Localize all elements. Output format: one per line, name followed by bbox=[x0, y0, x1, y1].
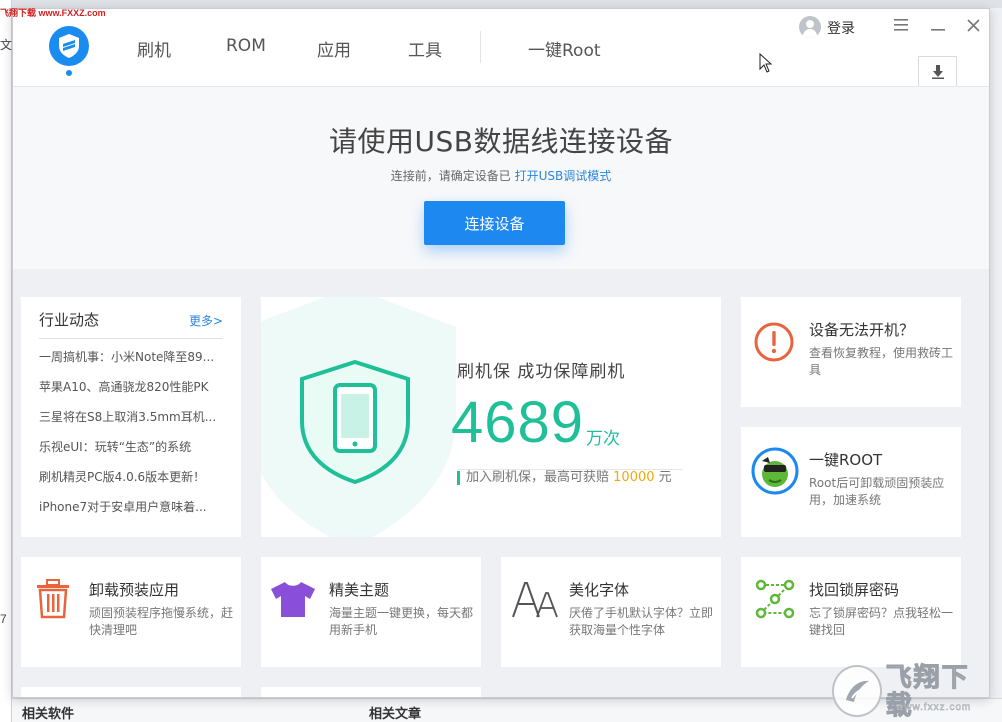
root-mascot-icon bbox=[751, 447, 799, 495]
mouse-cursor-icon bbox=[759, 53, 773, 73]
user-avatar-icon[interactable] bbox=[799, 16, 821, 38]
download-icon bbox=[931, 64, 944, 79]
uninstall-preinstalled-card[interactable]: 卸载预装应用 顽固预装程序拖慢系统，赶快清理吧 bbox=[21, 557, 241, 667]
feature-desc: 忘了锁屏密码？点我轻松一键找回 bbox=[809, 606, 954, 637]
nav-divider bbox=[480, 31, 481, 63]
connect-title: 请使用USB数据线连接设备 bbox=[329, 125, 673, 158]
font-icon bbox=[512, 582, 558, 618]
nav-flash[interactable]: 刷机 bbox=[137, 36, 171, 61]
news-item[interactable]: 乐视eUI：玩转“生态”的系统 bbox=[39, 432, 223, 462]
industry-news-card: 行业动态 更多> 一周搞机事：小米Note降至89... 苹果A10、高通骁龙8… bbox=[21, 297, 241, 537]
feature-desc: 厌倦了手机默认字体？立即获取海量个性字体 bbox=[569, 606, 714, 637]
feature-title: 精美主题 bbox=[329, 581, 390, 599]
guarantee-unit: 万次 bbox=[586, 429, 620, 449]
partial-card bbox=[21, 687, 241, 697]
nav-tools[interactable]: 工具 bbox=[408, 36, 442, 61]
tshirt-icon bbox=[271, 582, 315, 617]
news-item[interactable]: 一周搞机事：小米Note降至89... bbox=[39, 342, 223, 372]
site-logo-icon bbox=[832, 665, 882, 717]
one-click-root-card[interactable]: 一键ROOT Root后可卸载顽固预装应用，加速系统 bbox=[741, 427, 961, 537]
app-window: 刷机 ROM 应用 工具 一键Root 登录 请使用USB数据线连接设备 连接前… bbox=[12, 8, 990, 698]
side-card-desc: 查看恢复教程，使用救砖工具 bbox=[809, 346, 954, 377]
news-list: 一周搞机事：小米Note降至89... 苹果A10、高通骁龙820性能PK 三星… bbox=[39, 342, 223, 522]
login-link[interactable]: 登录 bbox=[827, 18, 855, 38]
nav-one-click-root[interactable]: 一键Root bbox=[528, 36, 601, 61]
connect-subtitle-text: 连接前，请确定设备已 bbox=[390, 169, 511, 183]
site-watermark-badge: 飞翔下载 www.fxxz.com bbox=[832, 662, 992, 720]
news-title: 行业动态 bbox=[39, 311, 100, 329]
side-card-desc: Root后可卸载顽固预装应用，加速系统 bbox=[809, 476, 945, 507]
side-card-title: 设备无法开机？ bbox=[809, 321, 915, 339]
guarantee-note-text: 加入刷机保，最高可获赔 bbox=[466, 470, 610, 485]
side-card-title: 一键ROOT bbox=[809, 451, 883, 469]
warning-icon bbox=[754, 322, 794, 362]
download-arrow-button[interactable] bbox=[918, 56, 957, 86]
news-item[interactable]: 苹果A10、高通骁龙820性能PK bbox=[39, 372, 223, 402]
flash-guarantee-card[interactable]: 刷机保 成功保障刷机 4689 万次 加入刷机保，最高可获赔 10000 元 bbox=[261, 297, 721, 537]
background-page-left: 文 7 bbox=[0, 0, 12, 722]
connect-device-button[interactable]: 连接设备 bbox=[424, 201, 565, 245]
news-item[interactable]: 刷机精灵PC版4.0.6版本更新！ bbox=[39, 462, 223, 492]
feature-title: 卸载预装应用 bbox=[89, 581, 180, 599]
guarantee-count: 4689 bbox=[451, 390, 585, 455]
usb-debug-link[interactable]: 打开USB调试模式 bbox=[515, 169, 612, 183]
shield-logo-icon[interactable] bbox=[49, 26, 89, 66]
background-page-top bbox=[12, 0, 1002, 8]
guarantee-note: 加入刷机保，最高可获赔 10000 元 bbox=[457, 471, 672, 485]
partial-card bbox=[261, 687, 481, 697]
background-char: 7 bbox=[0, 612, 7, 626]
background-char: 文 bbox=[0, 38, 13, 52]
news-header: 行业动态 更多> bbox=[39, 309, 223, 339]
menu-icon[interactable] bbox=[889, 13, 913, 37]
pattern-lock-icon bbox=[755, 579, 795, 619]
guarantee-amount: 10000 bbox=[613, 470, 655, 485]
trash-icon bbox=[37, 579, 69, 619]
background-tab-related-articles[interactable]: 相关文章 bbox=[365, 703, 425, 722]
themes-card[interactable]: 精美主题 海量主题一键更换，每天都用新手机 bbox=[261, 557, 481, 667]
active-indicator-dot bbox=[66, 70, 72, 76]
title-bar: 刷机 ROM 应用 工具 一键Root 登录 bbox=[13, 9, 989, 87]
connect-panel: 请使用USB数据线连接设备 连接前，请确定设备已 打开USB调试模式 连接设备 bbox=[13, 87, 989, 269]
background-watermark: 飞翔下载 www.FXXZ.com bbox=[0, 8, 106, 18]
news-item[interactable]: iPhone7对于安卓用户意味着... bbox=[39, 492, 223, 522]
guarantee-title: 刷机保 成功保障刷机 bbox=[457, 362, 626, 382]
feature-title: 找回锁屏密码 bbox=[809, 581, 900, 599]
feature-title: 美化字体 bbox=[569, 581, 630, 599]
nav-apps[interactable]: 应用 bbox=[317, 36, 351, 61]
fonts-card[interactable]: 美化字体 厌倦了手机默认字体？立即获取海量个性字体 bbox=[501, 557, 721, 667]
recover-lock-password-card[interactable]: 找回锁屏密码 忘了锁屏密码？点我轻松一键找回 bbox=[741, 557, 961, 667]
guarantee-note-unit: 元 bbox=[658, 470, 672, 485]
minimize-icon[interactable] bbox=[926, 13, 950, 37]
close-icon[interactable] bbox=[961, 13, 985, 37]
feature-desc: 海量主题一键更换，每天都用新手机 bbox=[329, 606, 474, 637]
news-more-link[interactable]: 更多> bbox=[189, 312, 223, 329]
feature-desc: 顽固预装程序拖慢系统，赶快清理吧 bbox=[89, 606, 234, 637]
device-wont-boot-card[interactable]: 设备无法开机？ 查看恢复教程，使用救砖工具 bbox=[741, 297, 961, 407]
site-url: www.fxxz.com bbox=[896, 702, 972, 714]
connect-subtitle: 连接前，请确定设备已 打开USB调试模式 bbox=[13, 167, 989, 184]
background-tab-related-software[interactable]: 相关软件 bbox=[18, 703, 78, 722]
phone-shield-icon bbox=[300, 359, 410, 485]
nav-rom[interactable]: ROM bbox=[226, 36, 266, 56]
news-item[interactable]: 三星将在S8上取消3.5mm耳机... bbox=[39, 402, 223, 432]
